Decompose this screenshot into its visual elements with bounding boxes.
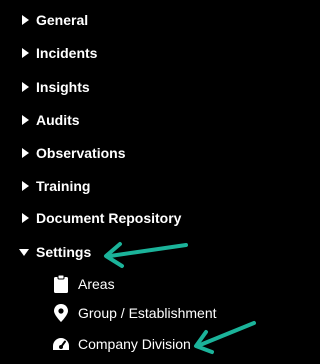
nav-item-label: Incidents <box>36 45 98 61</box>
caret-right-icon <box>22 146 34 160</box>
nav-item-label: Audits <box>36 112 80 128</box>
settings-item-label: Group / Establishment <box>78 305 217 321</box>
annotation-arrow-icon <box>104 242 188 268</box>
nav-item-incidents[interactable]: Incidents <box>22 42 97 64</box>
caret-right-icon <box>22 46 34 60</box>
settings-item-company-division[interactable]: Company Division <box>52 333 191 355</box>
settings-item-areas[interactable]: Areas <box>52 273 115 295</box>
annotation-arrow-icon <box>194 321 256 354</box>
settings-item-label: Company Division <box>78 336 191 352</box>
caret-right-icon <box>22 211 34 225</box>
caret-right-icon <box>22 179 34 193</box>
clipboard-icon <box>52 275 70 293</box>
nav-item-label: Insights <box>36 79 90 95</box>
dashboard-icon <box>52 335 70 353</box>
nav-item-training[interactable]: Training <box>22 175 90 197</box>
caret-down-icon <box>19 245 34 259</box>
nav-item-label: Observations <box>36 145 126 161</box>
caret-right-icon <box>22 113 34 127</box>
nav-item-insights[interactable]: Insights <box>22 76 90 98</box>
nav-item-audits[interactable]: Audits <box>22 109 80 131</box>
caret-right-icon <box>22 13 34 27</box>
nav-item-general[interactable]: General <box>22 9 88 31</box>
nav-item-label: Training <box>36 178 91 194</box>
nav-item-label: Document Repository <box>36 210 182 226</box>
nav-item-document-repository[interactable]: Document Repository <box>22 207 181 229</box>
caret-right-icon <box>22 80 34 94</box>
nav-item-label: General <box>36 12 89 28</box>
settings-item-label: Areas <box>78 276 115 292</box>
settings-item-group-establishment[interactable]: Group / Establishment <box>52 302 217 324</box>
nav-item-settings[interactable]: Settings <box>19 241 91 263</box>
nav-item-label: Settings <box>36 244 92 260</box>
nav-item-observations[interactable]: Observations <box>22 142 125 164</box>
map-marker-icon <box>52 304 70 322</box>
